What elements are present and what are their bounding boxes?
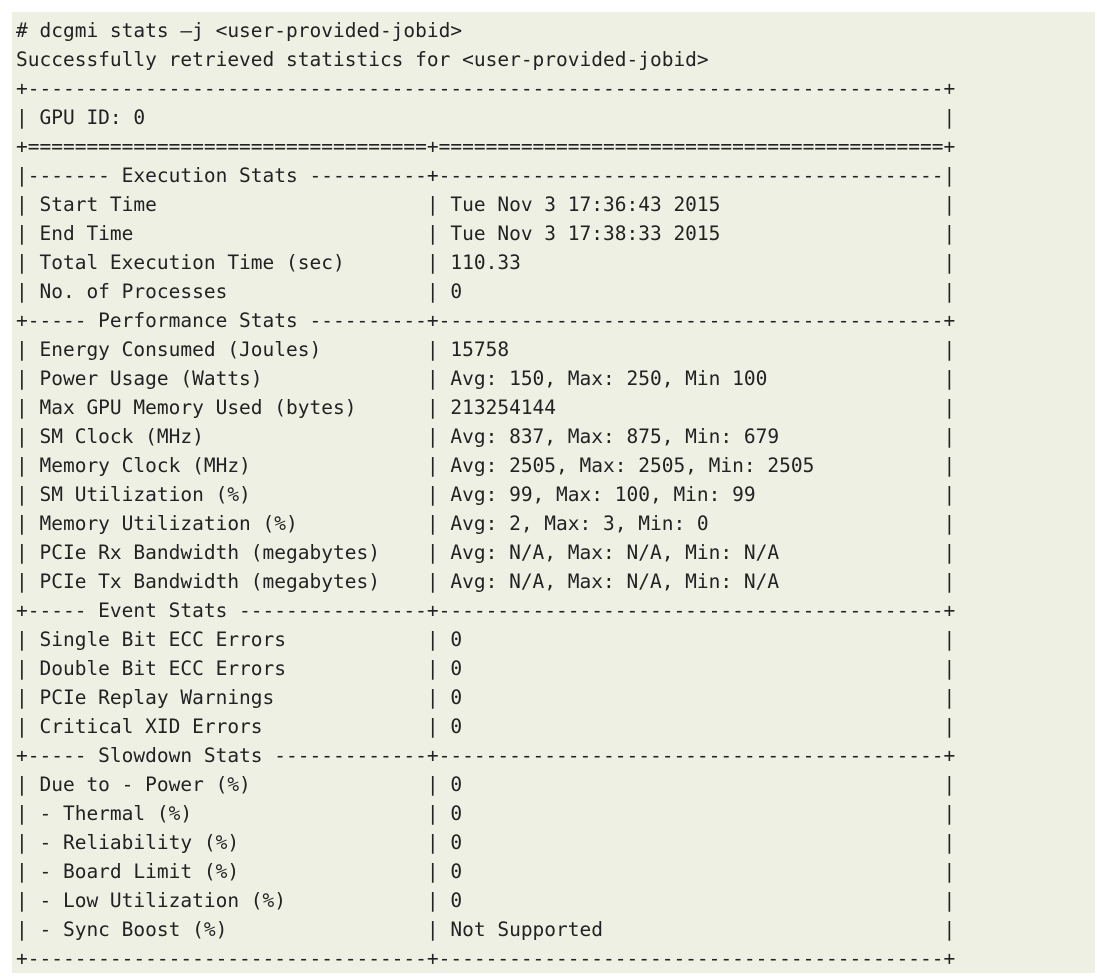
table-row: | Due to - Power (%) | 0 | <box>16 773 956 796</box>
table-row: | Energy Consumed (Joules) | 15758 | <box>16 338 956 361</box>
table-row: | Start Time | Tue Nov 3 17:36:43 2015 | <box>16 193 956 216</box>
table-row: | Memory Utilization (%) | Avg: 2, Max: … <box>16 512 956 535</box>
table-row: | PCIe Tx Bandwidth (megabytes) | Avg: N… <box>16 570 956 593</box>
table-row: | - Low Utilization (%) | 0 | <box>16 889 956 912</box>
table-row: | PCIe Rx Bandwidth (megabytes) | Avg: N… <box>16 541 956 564</box>
table-row: | - Board Limit (%) | 0 | <box>16 860 956 883</box>
gpu-id-row: | GPU ID: 0 | <box>16 106 956 129</box>
table-row: | Single Bit ECC Errors | 0 | <box>16 628 956 651</box>
table-row: | SM Clock (MHz) | Avg: 837, Max: 875, M… <box>16 425 956 448</box>
command-output-text: # dcgmi stats –j <user-provided-jobid> S… <box>12 12 1095 973</box>
table-row: | No. of Processes | 0 | <box>16 280 956 303</box>
table-row: | Critical XID Errors | 0 | <box>16 715 956 738</box>
table-row: | Power Usage (Watts) | Avg: 150, Max: 2… <box>16 367 956 390</box>
table-border: +----------------------------------+----… <box>16 947 956 970</box>
section-header-event: +----- Event Stats ----------------+----… <box>16 599 956 622</box>
table-row: | - Thermal (%) | 0 | <box>16 802 956 825</box>
table-row: | Double Bit ECC Errors | 0 | <box>16 657 956 680</box>
table-row: | Max GPU Memory Used (bytes) | 21325414… <box>16 396 956 419</box>
status-line: Successfully retrieved statistics for <u… <box>16 48 709 71</box>
terminal-output: # dcgmi stats –j <user-provided-jobid> S… <box>12 12 1095 973</box>
section-header-execution: |------- Execution Stats ----------+----… <box>16 164 956 187</box>
table-row: | - Sync Boost (%) | Not Supported | <box>16 918 956 941</box>
table-row: | End Time | Tue Nov 3 17:38:33 2015 | <box>16 222 956 245</box>
table-border: +==================================+====… <box>16 135 956 158</box>
section-header-performance: +----- Performance Stats ----------+----… <box>16 309 956 332</box>
command-line: # dcgmi stats –j <user-provided-jobid> <box>16 19 463 42</box>
table-row: | - Reliability (%) | 0 | <box>16 831 956 854</box>
table-border: +---------------------------------------… <box>16 77 956 100</box>
table-row: | Total Execution Time (sec) | 110.33 | <box>16 251 956 274</box>
section-header-slowdown: +----- Slowdown Stats -------------+----… <box>16 744 956 767</box>
table-row: | SM Utilization (%) | Avg: 99, Max: 100… <box>16 483 956 506</box>
table-row: | Memory Clock (MHz) | Avg: 2505, Max: 2… <box>16 454 956 477</box>
table-row: | PCIe Replay Warnings | 0 | <box>16 686 956 709</box>
